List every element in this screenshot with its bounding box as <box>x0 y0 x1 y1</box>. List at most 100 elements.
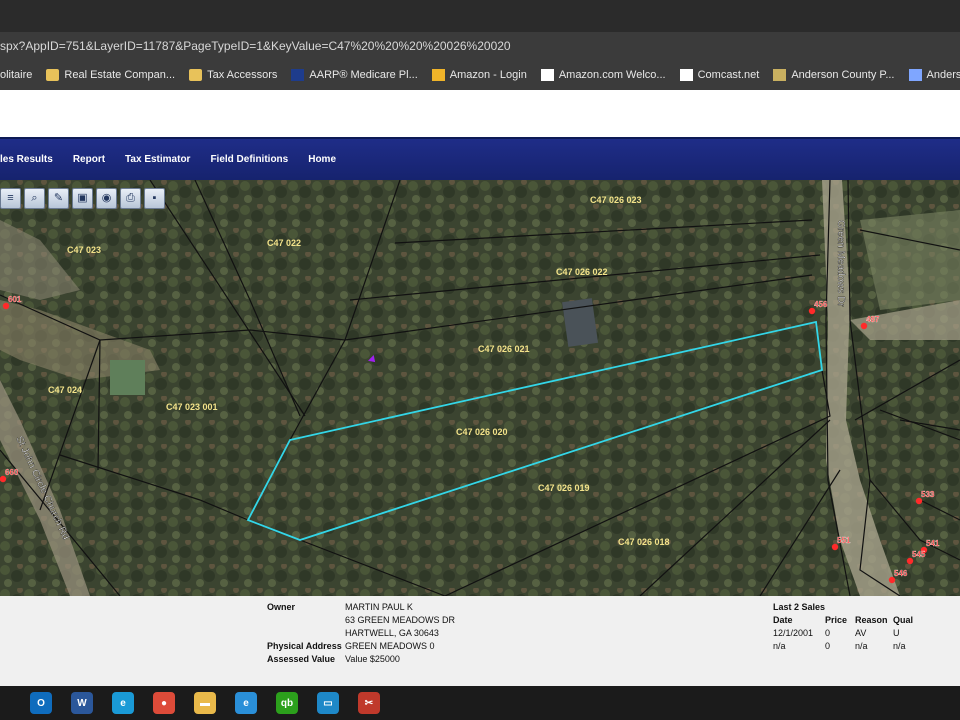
address-marker-label: 546 <box>894 569 908 578</box>
bookmark-label: Real Estate Compan... <box>64 69 176 81</box>
taskbar-app-glyph: O <box>37 697 45 709</box>
bookmark-item[interactable]: AARP® Medicare Pl... <box>291 69 418 81</box>
taskbar-app-glyph: e <box>120 697 126 709</box>
folder-icon <box>189 69 203 81</box>
quickbooks-icon[interactable]: qb <box>276 692 298 714</box>
parcel-label[interactable]: C47 026 023 <box>590 195 642 205</box>
measure-icon[interactable]: ✎ <box>48 188 69 209</box>
road-label: Green Meadows Dr <box>835 220 846 307</box>
internet-explorer-icon[interactable]: e <box>235 692 257 714</box>
sales-cell: AV <box>855 628 867 638</box>
select-icon[interactable]: ▣ <box>72 188 93 209</box>
address-marker-label: 533 <box>921 490 935 499</box>
print-icon[interactable]: ⎙ <box>120 188 141 209</box>
parcel-label[interactable]: C47 026 018 <box>618 537 670 547</box>
zoom-icon[interactable]: ⌕ <box>24 188 45 209</box>
file-explorer-icon[interactable]: ▬ <box>194 692 216 714</box>
amazon-icon <box>540 69 554 81</box>
edge-icon[interactable]: e <box>112 692 134 714</box>
letter-a-icon <box>908 69 922 81</box>
sales-cell: 0 <box>825 628 831 638</box>
map-canvas[interactable]: C47 026 023 C47 022 C47 023 C47 026 022 C47 … <box>0 180 960 596</box>
remote-desktop-icon[interactable]: ▭ <box>317 692 339 714</box>
nav-item-home[interactable]: Home <box>308 154 336 165</box>
parcel-label[interactable]: C47 024 <box>48 385 82 395</box>
shield-icon <box>291 69 305 81</box>
bookmark-label: AARP® Medicare Pl... <box>309 69 418 81</box>
bookmark-label: Anderson County P... <box>791 69 895 81</box>
owner-name: MARTIN PAUL K <box>345 602 413 612</box>
sales-cell: 0 <box>825 641 831 651</box>
address-marker-label: 545 <box>912 550 926 559</box>
address-bar[interactable]: spx?AppID=751&LayerID=11787&PageTypeID=1… <box>0 32 960 60</box>
sales-cell: n/a <box>773 641 786 651</box>
bookmark-item[interactable]: Tax Accessors <box>189 69 277 81</box>
county-seal-icon <box>773 69 787 81</box>
sales-header: Reason <box>855 615 888 625</box>
sales-title: Last 2 Sales <box>773 602 826 612</box>
bookmark-label: olitaire <box>0 69 33 81</box>
assessed-value: Value $25000 <box>345 654 400 664</box>
address-marker-label: 541 <box>926 539 940 548</box>
browser-title-bar <box>0 0 960 32</box>
parcel-label[interactable]: C47 023 <box>67 245 101 255</box>
nav-item-report[interactable]: Report <box>73 154 105 165</box>
parcel-map[interactable]: C47 026 023 C47 022 C47 023 C47 026 022 C47 … <box>0 180 960 596</box>
sales-cell: n/a <box>893 641 906 651</box>
bookmark-item[interactable]: Comcast.net <box>679 69 760 81</box>
taskbar-app-glyph: e <box>243 697 249 709</box>
taskbar-app-glyph: ▭ <box>323 697 333 709</box>
bookmark-label: Anderson Cty SC Re... <box>926 69 960 81</box>
sales-header: Price <box>825 615 848 625</box>
url-text[interactable]: spx?AppID=751&LayerID=11787&PageTypeID=1… <box>0 39 511 53</box>
bookmark-item[interactable]: olitaire <box>0 69 32 81</box>
parcel-label[interactable]: C47 023 001 <box>166 402 218 412</box>
parcel-label[interactable]: C47 026 019 <box>538 483 590 493</box>
address-marker-label: 456 <box>814 300 828 309</box>
bookmark-item[interactable]: Real Estate Compan... <box>46 69 175 81</box>
snipping-tool-icon[interactable]: ✂ <box>358 692 380 714</box>
address-marker-label: 551 <box>837 536 851 545</box>
chrome-icon[interactable]: ● <box>153 692 175 714</box>
taskbar-app-glyph: W <box>77 697 87 709</box>
x-icon <box>679 69 693 81</box>
parcel-label[interactable]: C47 026 021 <box>478 344 530 354</box>
bookmark-label: Tax Accessors <box>207 69 278 81</box>
taskbar-app-glyph: qb <box>280 697 294 709</box>
outlook-icon[interactable]: O <box>30 692 52 714</box>
sales-header: Date <box>773 615 793 625</box>
nav-item-les-results[interactable]: les Results <box>0 154 53 165</box>
layers-icon[interactable]: ≡ <box>0 188 21 209</box>
parcel-label[interactable]: C47 026 022 <box>556 267 608 277</box>
save-icon[interactable]: ▪ <box>144 188 165 209</box>
windows-taskbar: O We ● ▬ e qb ▭ ✂ <box>0 686 960 720</box>
bookmark-item[interactable]: Amazon.com Welco... <box>540 69 666 81</box>
nav-item-tax-estimator[interactable]: Tax Estimator <box>125 154 190 165</box>
bar-chart-icon <box>431 69 445 81</box>
site-nav-bar: les Results Report Tax Estimator Field Defi… <box>0 137 960 180</box>
owner-address-line2: HARTWELL, GA 30643 <box>345 628 439 638</box>
address-marker-label: 601 <box>8 295 22 304</box>
bookmark-item[interactable]: Anderson Cty SC Re... <box>908 69 960 81</box>
bookmarks-bar: olitaire Real Estate Compan... Tax Accesso… <box>0 60 960 90</box>
bookmark-item[interactable]: Anderson County P... <box>773 69 895 81</box>
taskbar-app-glyph: ▬ <box>200 697 210 709</box>
assessed-value-label: Assessed Value <box>267 654 336 664</box>
owner-address-line1: 63 GREEN MEADOWS DR <box>345 615 456 625</box>
address-marker-label: 487 <box>866 315 880 324</box>
bookmark-item[interactable]: Amazon - Login <box>431 69 527 81</box>
sales-cell: U <box>893 628 900 638</box>
parcel-label[interactable]: C47 026 020 <box>456 427 508 437</box>
taskbar-app-glyph: ✂ <box>364 697 374 709</box>
identify-icon[interactable]: ◉ <box>96 188 117 209</box>
sales-cell: n/a <box>855 641 868 651</box>
bookmark-label: Amazon.com Welco... <box>558 69 666 81</box>
owner-label: Owner <box>267 602 296 612</box>
taskbar-app-glyph: ● <box>160 697 168 709</box>
parcel-label[interactable]: C47 022 <box>267 238 301 248</box>
word-icon[interactable]: W <box>71 692 93 714</box>
bookmark-label: Comcast.net <box>697 69 760 81</box>
nav-item-field-definitions[interactable]: Field Definitions <box>210 154 288 165</box>
physical-address-value: GREEN MEADOWS 0 <box>345 641 435 651</box>
bookmark-label: Amazon - Login <box>449 69 527 81</box>
